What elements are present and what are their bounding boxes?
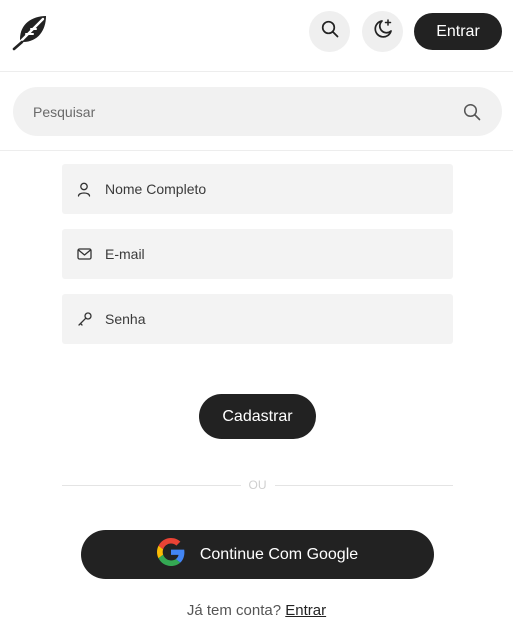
user-icon [76,181,92,197]
google-signin-button[interactable]: Continue Com Google [81,530,434,579]
search-input[interactable] [33,103,462,120]
google-icon [156,538,200,571]
full-name-field [62,164,453,214]
login-button-label: Entrar [436,22,480,40]
or-divider: OU [62,476,453,494]
or-label: OU [248,478,267,492]
login-button[interactable]: Entrar [414,13,502,50]
password-input[interactable] [105,311,453,327]
register-button[interactable]: Cadastrar [199,394,316,439]
login-prompt-text: Já tem conta? [186,602,282,619]
google-button-label: Continue Com Google [199,545,359,563]
search-section [0,72,513,151]
email-input[interactable] [105,246,453,262]
password-field [62,294,453,344]
register-button-label: Cadastrar [222,407,293,425]
moon-sparkle-icon [372,18,394,45]
key-icon [76,311,92,327]
email-field [62,229,453,279]
mail-icon [76,246,92,262]
search-bar [13,87,502,136]
login-link[interactable]: Entrar [285,602,326,619]
theme-toggle-button[interactable] [362,11,403,52]
search-icon [321,20,339,43]
feather-icon[interactable] [10,12,50,52]
search-icon[interactable] [462,102,482,122]
divider-line-left [62,484,241,486]
search-button[interactable] [309,11,350,52]
full-name-input[interactable] [105,181,453,197]
login-prompt: Já tem conta? Entrar [0,602,513,619]
divider-line-right [274,484,453,486]
top-header: Entrar [0,0,513,72]
